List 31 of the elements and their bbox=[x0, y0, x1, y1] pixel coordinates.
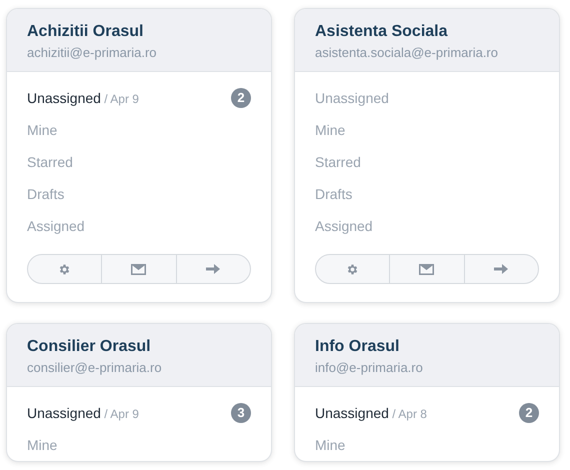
folder-link[interactable]: Starred bbox=[27, 152, 73, 172]
envelope-icon bbox=[419, 264, 434, 274]
folder-link[interactable]: Unassigned / Apr 8 bbox=[315, 402, 427, 424]
folder-link[interactable]: Drafts bbox=[315, 184, 352, 204]
folder-link[interactable]: Starred bbox=[315, 152, 361, 172]
settings-icon bbox=[346, 262, 360, 276]
folder-link[interactable]: Unassigned / Apr 9 bbox=[27, 88, 139, 108]
count-badge: 3 bbox=[231, 403, 251, 423]
folder-link[interactable]: Unassigned / Apr 9 bbox=[27, 402, 139, 424]
inbox-name: Achizitii Orasul bbox=[27, 22, 144, 42]
folder-link[interactable]: Unassigned bbox=[315, 88, 389, 108]
folder-link[interactable]: Assigned bbox=[27, 216, 85, 236]
folder-link[interactable]: Mine bbox=[315, 120, 346, 140]
inbox-name: Consilier Orasul bbox=[27, 337, 152, 357]
folder-link[interactable]: Mine bbox=[27, 434, 58, 456]
inbox-email: info@e-primaria.ro bbox=[315, 359, 424, 377]
count-badge: 2 bbox=[519, 403, 539, 423]
arrow-right-icon bbox=[206, 263, 220, 275]
envelope-icon bbox=[131, 264, 146, 274]
inbox-email: asistenta.sociala@e-primaria.ro bbox=[315, 44, 499, 62]
inbox-email: consilier@e-primaria.ro bbox=[27, 359, 163, 377]
count-badge: 2 bbox=[231, 88, 251, 108]
folder-link[interactable]: Mine bbox=[27, 120, 58, 140]
inbox-name: Asistenta Sociala bbox=[315, 22, 449, 42]
folder-link[interactable]: Drafts bbox=[27, 184, 64, 204]
inbox-name: Info Orasul bbox=[315, 337, 400, 357]
inbox-email: achizitii@e-primaria.ro bbox=[27, 44, 158, 62]
settings-icon bbox=[58, 262, 72, 276]
folder-link[interactable]: Mine bbox=[315, 434, 346, 456]
folder-link[interactable]: Assigned bbox=[315, 216, 373, 236]
arrow-right-icon bbox=[494, 263, 508, 275]
